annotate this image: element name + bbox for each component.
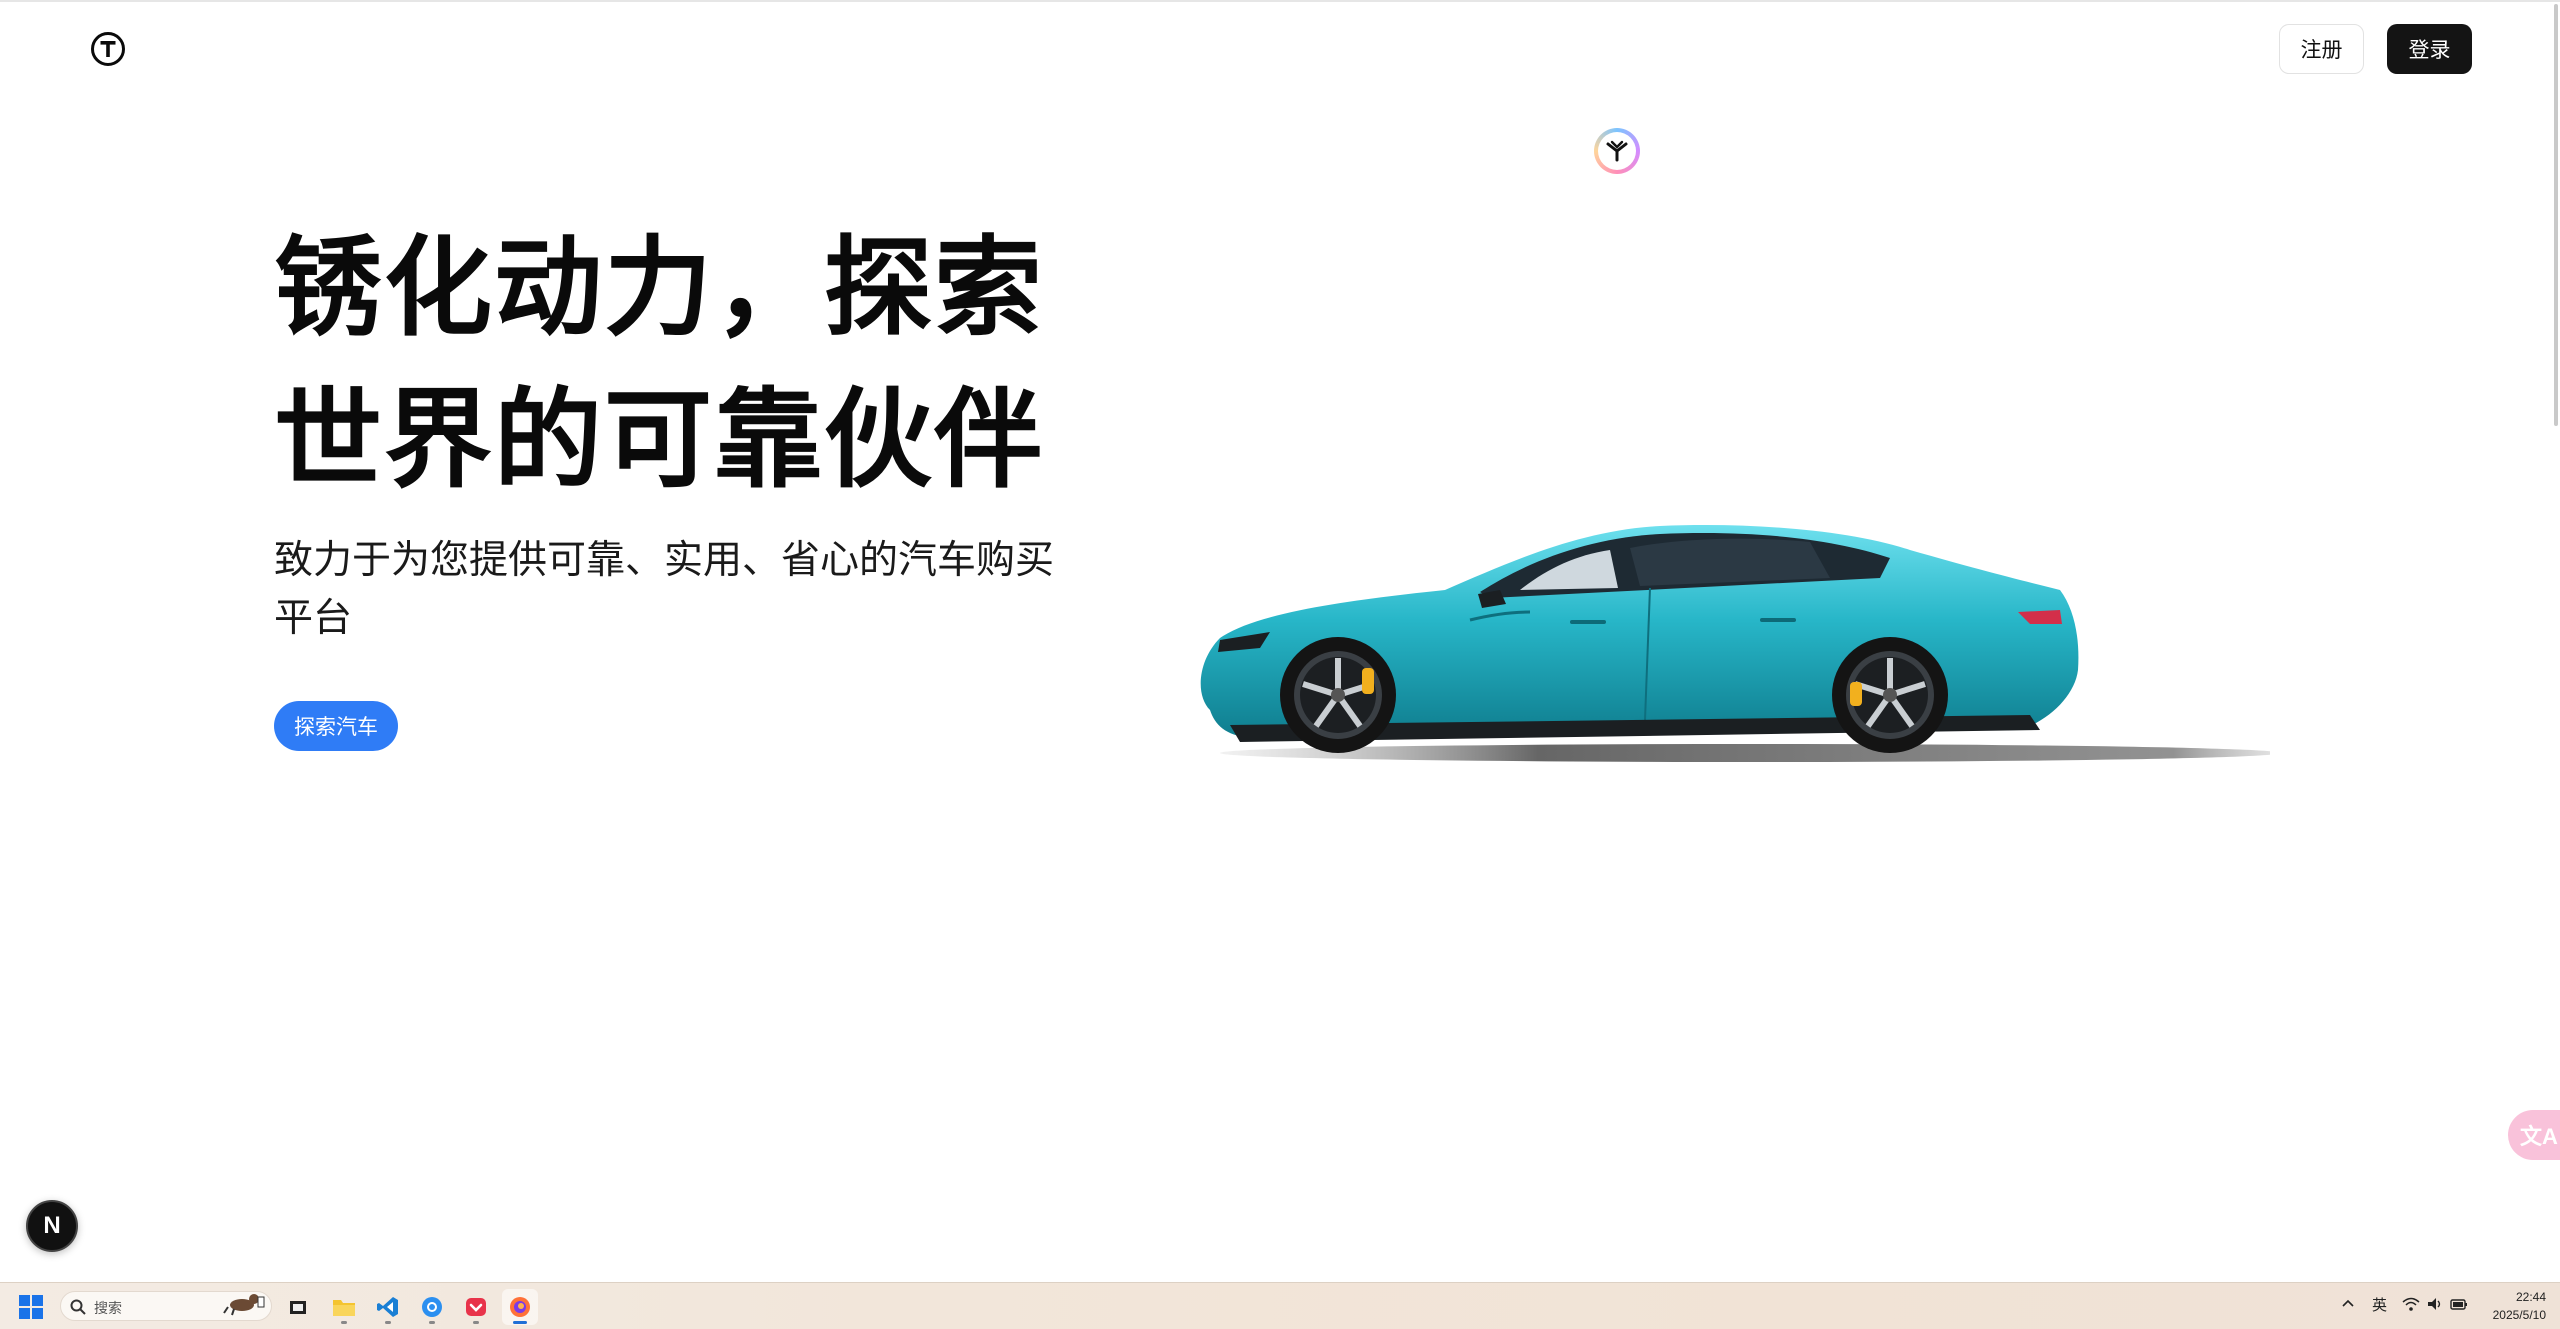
front-wheel [1280,637,1396,753]
taskbar-app-vscode[interactable] [370,1289,406,1325]
clock-time: 22:44 [2515,1290,2546,1304]
folder-icon [333,1300,355,1316]
input-language-indicator[interactable]: 英 [2372,1294,2387,1315]
battery-icon[interactable] [2450,1296,2468,1312]
firefox-icon [510,1297,530,1317]
taskbar-app-red[interactable] [458,1289,494,1325]
volume-icon[interactable] [2426,1296,2444,1312]
floating-extension-button[interactable] [1594,128,1640,174]
hero-title-line2: 世界的可靠伙伴 [274,379,1045,500]
search-icon [70,1299,86,1315]
vscode-icon [377,1297,398,1317]
windows-start-icon[interactable] [18,1294,44,1320]
browser-icon [422,1297,442,1317]
task-view-icon [290,1301,306,1314]
taskbar-app-firefox[interactable] [502,1289,538,1325]
translate-widget-button[interactable]: 文A [2508,1110,2560,1160]
clock-date: 2025/5/10 [2492,1308,2546,1322]
taskbar-app-browser[interactable] [414,1289,450,1325]
register-button[interactable]: 注册 [2279,24,2364,74]
explore-cars-button[interactable]: 探索汽车 [274,701,398,751]
login-button[interactable]: 登录 [2387,24,2472,74]
taskbar-clock[interactable]: 22:44 2025/5/10 [2476,1288,2546,1324]
taskbar-app-file-explorer[interactable] [326,1289,362,1325]
hero-title-line1: 锈化动力，探索 [274,227,1045,348]
rear-wheel [1832,637,1948,753]
search-placeholder: 搜索 [94,1300,122,1316]
car-image [1200,525,2270,762]
pocket-icon [466,1298,486,1316]
hero-title: 锈化动力，探索 世界的可靠伙伴 [274,212,1114,516]
taskbar-app-task-view[interactable] [280,1289,316,1325]
nextjs-dev-badge[interactable]: N [26,1200,78,1252]
search-highlight-illustration [223,1294,265,1316]
wifi-icon[interactable] [2402,1296,2420,1312]
extension-icon [1606,140,1628,162]
page: 注册 登录 锈化动力，探索 世界的可靠伙伴 致力于为您提供可靠、实用、省心的汽车… [0,0,2560,1329]
brand-logo-icon[interactable] [90,31,126,67]
scrollbar-thumb[interactable] [2554,4,2558,426]
hero-subtitle: 致力于为您提供可靠、实用、省心的汽车购买平台 [274,539,1055,640]
top-divider [0,0,2560,2]
translate-icon: 文A [2520,1124,2558,1149]
tray-overflow-chevron-icon[interactable] [2340,1296,2356,1312]
taskbar: 搜索 [0,1282,2560,1329]
